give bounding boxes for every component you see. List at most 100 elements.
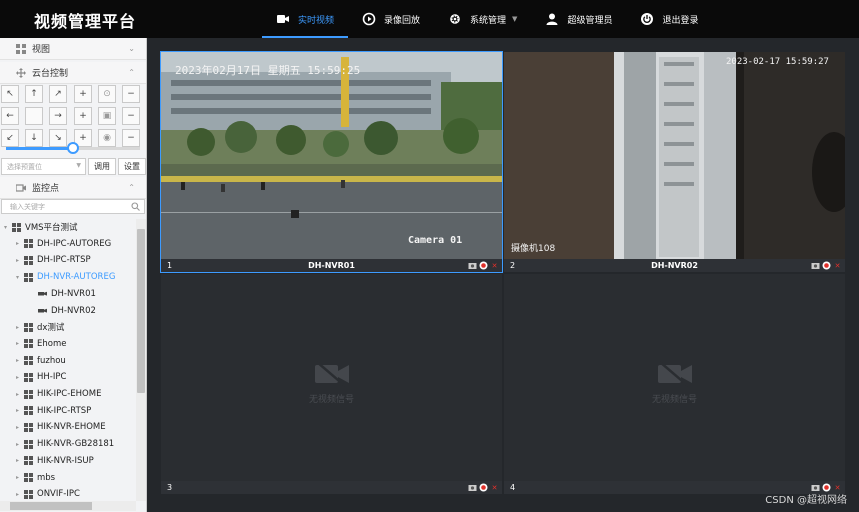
snapshot-icon[interactable]	[468, 261, 477, 270]
tree-node-label: dx测试	[37, 323, 65, 334]
ptz-left-button[interactable]: ←	[1, 107, 19, 125]
call-preset-button[interactable]: 调用	[88, 158, 116, 175]
tree-group-node[interactable]: ▸ HIK-NVR-GB28181	[16, 436, 114, 452]
monitor-section-header[interactable]: 监控点 ⌃	[0, 177, 146, 199]
ptz-focus-near-button[interactable]: +	[74, 107, 92, 125]
pane-toolbar: ✕	[468, 261, 499, 270]
nav-playback[interactable]: 录像回放	[348, 0, 434, 38]
tree-group-node[interactable]: ▸ HIK-NVR-ISUP	[16, 453, 94, 469]
tree-group-node[interactable]: ▸ fuzhou	[16, 353, 66, 369]
video-pane-1[interactable]: 2023年02月17日 星期五 15:59:25 Camera 01 1 DH-…	[160, 51, 503, 273]
record-icon[interactable]	[479, 261, 488, 270]
ptz-up-button[interactable]: ↑	[25, 85, 43, 103]
device-group-icon	[24, 356, 33, 366]
ptz-focus-icon-button[interactable]: ⊙	[98, 85, 116, 103]
tree-group-node[interactable]: ▸ ONVIF-IPC	[16, 486, 80, 499]
tree-vertical-scrollbar[interactable]	[136, 219, 146, 501]
tree-horizontal-scrollbar[interactable]	[0, 501, 136, 511]
tree-group-node[interactable]: ▸ HIK-IPC-EHOME	[16, 386, 101, 402]
tree-node-label: DH-NVR-AUTOREG	[37, 272, 116, 283]
camera-icon	[16, 183, 26, 193]
tree-group-node[interactable]: ▸ Ehome	[16, 336, 66, 352]
video-pane-2[interactable]: 2023-02-17 15:59:27 摄像机108 2 DH-NVR02 ✕	[504, 52, 845, 272]
caret-right-icon: ▸	[16, 357, 20, 365]
tree-node-label: Ehome	[37, 338, 67, 349]
close-icon[interactable]: ✕	[833, 261, 842, 270]
ptz-up-right-button[interactable]: ↗	[49, 85, 67, 103]
preset-placeholder: 选择预置位	[7, 163, 42, 171]
ptz-zoom-out-button[interactable]: −	[122, 85, 140, 103]
tree-group-node[interactable]: ▾ DH-NVR-AUTOREG	[16, 269, 115, 285]
close-icon[interactable]: ✕	[490, 261, 499, 270]
nav-user[interactable]: 超级管理员	[531, 0, 626, 38]
tree-node-label: DH-NVR01	[51, 288, 96, 299]
snapshot-icon[interactable]	[468, 483, 477, 492]
video-pane-4[interactable]: 无视频信号 4 ✕	[504, 274, 845, 494]
device-group-icon	[24, 239, 33, 249]
ptz-down-right-button[interactable]: ↘	[49, 129, 67, 147]
tree-node-label: HIK-IPC-RTSP	[37, 405, 92, 416]
ptz-speed-slider[interactable]	[6, 142, 140, 154]
search-input[interactable]: 输入关键字	[1, 199, 145, 214]
nav-system-management[interactable]: 系统管理 ▼	[434, 0, 531, 38]
ptz-focus-far-button[interactable]: −	[122, 107, 140, 125]
ptz-section-header[interactable]: 云台控制 ⌃	[0, 62, 146, 84]
no-signal-text: 无视频信号	[651, 395, 697, 405]
device-group-icon	[24, 456, 33, 466]
tree-group-node[interactable]: ▸ DH-IPC-RTSP	[16, 252, 91, 268]
caret-right-icon: ▸	[16, 256, 20, 264]
tree-group-node[interactable]: ▸ mbs	[16, 470, 55, 486]
tree-group-node[interactable]: ▾ VMS平台测试	[4, 219, 78, 235]
ptz-right-button[interactable]: →	[49, 107, 67, 125]
view-section-label: 视图	[32, 45, 51, 55]
watermark: CSDN @超视网络	[765, 495, 847, 506]
record-icon[interactable]	[479, 483, 488, 492]
pane-status-bar: 2 DH-NVR02 ✕	[504, 259, 845, 272]
tree-camera-node[interactable]: DH-NVR01	[30, 286, 96, 302]
preset-select[interactable]: 选择预置位 ▼	[1, 158, 86, 175]
scrollbar-thumb[interactable]	[10, 502, 92, 510]
power-icon	[640, 12, 654, 26]
set-preset-button[interactable]: 设置	[118, 158, 146, 175]
caret-right-icon: ▸	[16, 474, 20, 481]
scrollbar-thumb[interactable]	[137, 229, 145, 393]
nav-label: 超级管理员	[567, 15, 613, 26]
device-group-icon	[24, 439, 33, 449]
device-group-icon	[12, 222, 21, 232]
ptz-zoom-in-button[interactable]: +	[74, 85, 92, 103]
tree-group-node[interactable]: ▸ HH-IPC	[16, 369, 66, 385]
nav-live-video[interactable]: 实时视频	[262, 0, 349, 38]
chevron-up-icon: ⌃	[128, 68, 135, 77]
ptz-center-button[interactable]	[25, 107, 43, 125]
slider-handle[interactable]	[67, 142, 79, 154]
tree-group-node[interactable]: ▸ dx测试	[16, 319, 64, 335]
tree-group-node[interactable]: ▸ HIK-IPC-RTSP	[16, 403, 91, 419]
video-pane-3[interactable]: 无视频信号 3 ✕	[161, 274, 502, 494]
caret-right-icon: ▸	[16, 407, 20, 415]
image-icon[interactable]: ▣	[98, 107, 116, 125]
tree-camera-node[interactable]: DH-NVR02	[30, 303, 96, 319]
tree-group-node[interactable]: ▸ HIK-NVR-EHOME	[16, 419, 106, 435]
tree-group-node[interactable]: ▸ DH-IPC-AUTOREG	[16, 236, 111, 252]
video-camera-icon	[276, 12, 290, 26]
ptz-down-button[interactable]: ↓	[25, 129, 43, 147]
pane-toolbar: ✕	[811, 261, 842, 270]
pane-device-name: DH-NVR01	[308, 261, 355, 270]
close-icon[interactable]: ✕	[490, 483, 499, 492]
nav-label: 系统管理	[470, 15, 507, 26]
tree-node-label: HH-IPC	[37, 372, 67, 383]
nav-logout[interactable]: 退出登录	[626, 0, 712, 38]
pane-status-bar: 3 ✕	[161, 481, 502, 494]
no-video-icon	[657, 361, 692, 387]
osd-timestamp: 2023年02月17日 星期五 15:59:25	[175, 64, 361, 77]
ptz-up-left-button[interactable]: ↖	[1, 85, 19, 103]
ptz-down-left-button[interactable]: ↙	[1, 129, 19, 147]
nav-label: 实时视频	[298, 15, 335, 26]
snapshot-icon[interactable]	[811, 261, 820, 270]
sidebar: 视图 ⌄ 云台控制 ⌃ ↖ ↑ ↗ + ⊙ − ← → + ▣ − ↙ ↓ ↘ …	[0, 38, 147, 512]
eye-icon[interactable]: ◉	[98, 129, 116, 147]
record-icon[interactable]	[822, 261, 831, 270]
view-section-header[interactable]: 视图 ⌄	[0, 38, 146, 60]
ptz-iris-close-button[interactable]: −	[122, 129, 140, 147]
app-title: 视频管理平台	[34, 12, 137, 31]
